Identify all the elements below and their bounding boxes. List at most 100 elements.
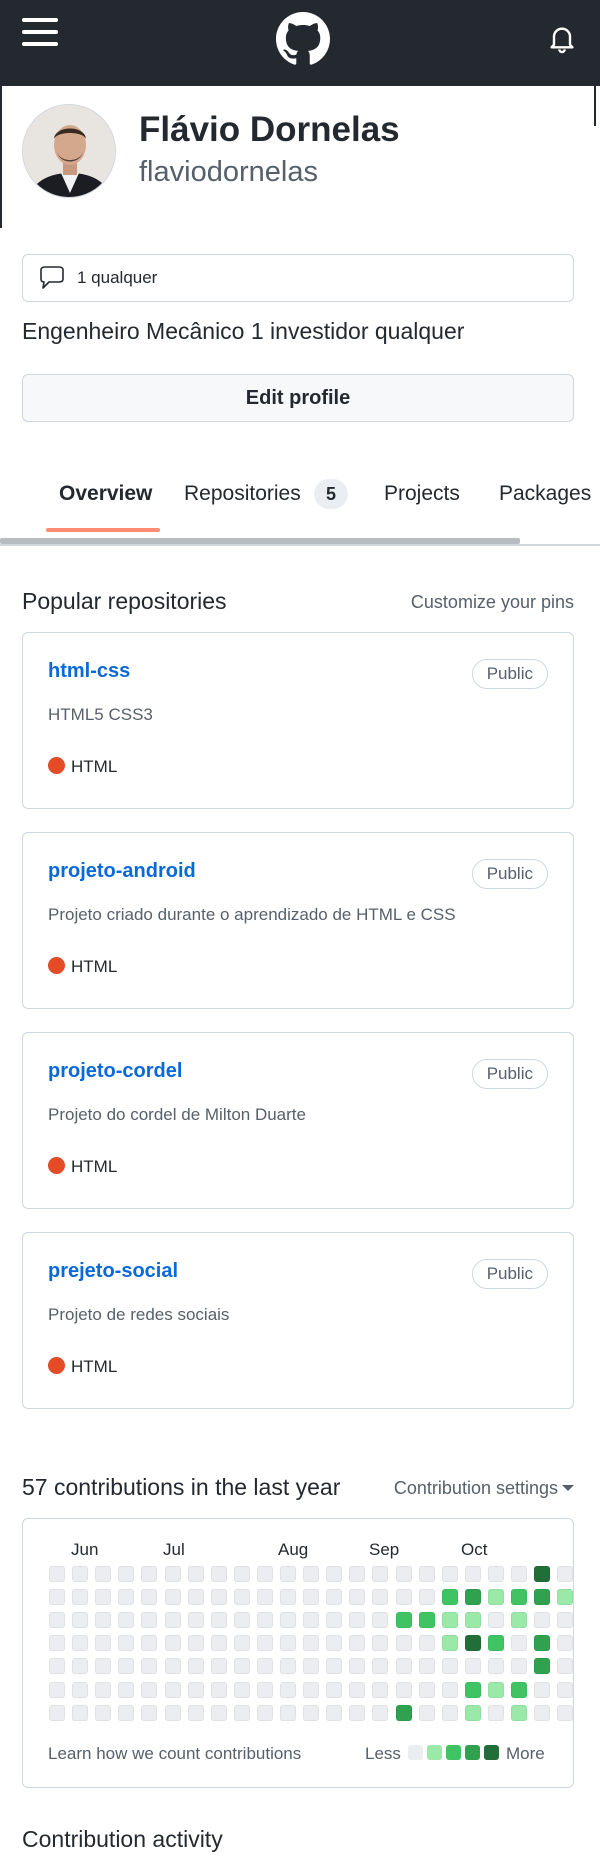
contribution-day[interactable] xyxy=(118,1681,135,1698)
contribution-day[interactable] xyxy=(372,1681,389,1698)
contribution-day[interactable] xyxy=(303,1589,320,1606)
contribution-day[interactable] xyxy=(395,1612,412,1629)
contribution-day[interactable] xyxy=(95,1681,112,1698)
contribution-day[interactable] xyxy=(372,1589,389,1606)
contribution-day[interactable] xyxy=(418,1681,435,1698)
contribution-day[interactable] xyxy=(95,1612,112,1629)
contribution-day[interactable] xyxy=(487,1635,504,1652)
contribution-day[interactable] xyxy=(326,1704,343,1721)
contribution-day[interactable] xyxy=(72,1704,89,1721)
contribution-day[interactable] xyxy=(441,1589,458,1606)
contribution-day[interactable] xyxy=(326,1566,343,1582)
contribution-day[interactable] xyxy=(303,1612,320,1629)
contribution-day[interactable] xyxy=(280,1681,296,1698)
contribution-day[interactable] xyxy=(511,1681,527,1698)
contribution-day[interactable] xyxy=(534,1635,551,1652)
contribution-day[interactable] xyxy=(349,1612,366,1629)
contribution-day[interactable] xyxy=(487,1658,504,1675)
contribution-day[interactable] xyxy=(72,1658,89,1675)
contribution-day[interactable] xyxy=(511,1589,527,1606)
contribution-day[interactable] xyxy=(464,1612,481,1629)
contribution-day[interactable] xyxy=(326,1658,343,1675)
contribution-day[interactable] xyxy=(557,1589,574,1606)
contribution-day[interactable] xyxy=(487,1704,504,1721)
contribution-day[interactable] xyxy=(372,1612,389,1629)
contribution-day[interactable] xyxy=(557,1612,574,1629)
contribution-day[interactable] xyxy=(511,1566,527,1582)
contribution-day[interactable] xyxy=(557,1566,574,1582)
contribution-day[interactable] xyxy=(326,1635,343,1652)
contribution-day[interactable] xyxy=(511,1658,527,1675)
contribution-day[interactable] xyxy=(372,1635,389,1652)
contribution-day[interactable] xyxy=(187,1658,204,1675)
contribution-day[interactable] xyxy=(95,1704,112,1721)
repo-name-link[interactable]: projeto-android xyxy=(48,860,196,883)
contribution-day[interactable] xyxy=(487,1566,504,1582)
contribution-day[interactable] xyxy=(280,1658,296,1675)
contribution-day[interactable] xyxy=(95,1566,112,1582)
contribution-day[interactable] xyxy=(141,1681,158,1698)
contribution-day[interactable] xyxy=(72,1681,89,1698)
customize-pins-link[interactable]: Customize your pins xyxy=(411,592,574,613)
contribution-day[interactable] xyxy=(534,1681,551,1698)
contribution-day[interactable] xyxy=(118,1612,135,1629)
contribution-day[interactable] xyxy=(487,1612,504,1629)
contribution-day[interactable] xyxy=(233,1704,250,1721)
contribution-day[interactable] xyxy=(210,1566,227,1582)
contribution-day[interactable] xyxy=(303,1566,320,1582)
contribution-day[interactable] xyxy=(395,1704,412,1721)
contribution-day[interactable] xyxy=(164,1704,181,1721)
contribution-day[interactable] xyxy=(395,1589,412,1606)
contribution-day[interactable] xyxy=(49,1635,65,1652)
contribution-day[interactable] xyxy=(233,1658,250,1675)
contribution-day[interactable] xyxy=(210,1704,227,1721)
contribution-day[interactable] xyxy=(118,1635,135,1652)
contribution-day[interactable] xyxy=(118,1589,135,1606)
contribution-day[interactable] xyxy=(72,1566,89,1582)
contribution-day[interactable] xyxy=(511,1612,527,1629)
contribution-day[interactable] xyxy=(49,1589,65,1606)
contribution-day[interactable] xyxy=(326,1589,343,1606)
contribution-day[interactable] xyxy=(534,1658,551,1675)
status-box[interactable]: 1 qualquer xyxy=(22,254,574,302)
contribution-day[interactable] xyxy=(210,1681,227,1698)
contribution-day[interactable] xyxy=(141,1658,158,1675)
contribution-day[interactable] xyxy=(210,1658,227,1675)
contribution-day[interactable] xyxy=(141,1566,158,1582)
contribution-day[interactable] xyxy=(233,1635,250,1652)
contribution-day[interactable] xyxy=(118,1704,135,1721)
contribution-day[interactable] xyxy=(256,1635,273,1652)
contribution-day[interactable] xyxy=(280,1566,296,1582)
contribution-day[interactable] xyxy=(349,1704,366,1721)
contribution-day[interactable] xyxy=(164,1589,181,1606)
contribution-day[interactable] xyxy=(441,1681,458,1698)
tab-projects[interactable]: Projects xyxy=(384,482,460,506)
contribution-day[interactable] xyxy=(303,1635,320,1652)
tab-packages[interactable]: Packages xyxy=(499,482,591,506)
contribution-day[interactable] xyxy=(534,1612,551,1629)
tab-repositories[interactable]: Repositories xyxy=(184,482,301,506)
contribution-day[interactable] xyxy=(256,1612,273,1629)
contribution-day[interactable] xyxy=(233,1612,250,1629)
contribution-day[interactable] xyxy=(187,1704,204,1721)
contribution-day[interactable] xyxy=(210,1612,227,1629)
contribution-day[interactable] xyxy=(164,1566,181,1582)
contribution-day[interactable] xyxy=(464,1658,481,1675)
contribution-day[interactable] xyxy=(118,1566,135,1582)
contribution-day[interactable] xyxy=(187,1612,204,1629)
contribution-day[interactable] xyxy=(141,1704,158,1721)
contribution-day[interactable] xyxy=(303,1704,320,1721)
avatar[interactable] xyxy=(22,104,116,198)
contribution-day[interactable] xyxy=(95,1635,112,1652)
contribution-day[interactable] xyxy=(487,1589,504,1606)
edit-profile-button[interactable]: Edit profile xyxy=(22,374,574,422)
contribution-day[interactable] xyxy=(280,1612,296,1629)
contribution-day[interactable] xyxy=(72,1612,89,1629)
contribution-day[interactable] xyxy=(256,1704,273,1721)
contribution-day[interactable] xyxy=(464,1566,481,1582)
contribution-day[interactable] xyxy=(118,1658,135,1675)
contribution-day[interactable] xyxy=(49,1566,65,1582)
contribution-day[interactable] xyxy=(141,1612,158,1629)
contribution-day[interactable] xyxy=(534,1566,551,1582)
contribution-day[interactable] xyxy=(372,1704,389,1721)
